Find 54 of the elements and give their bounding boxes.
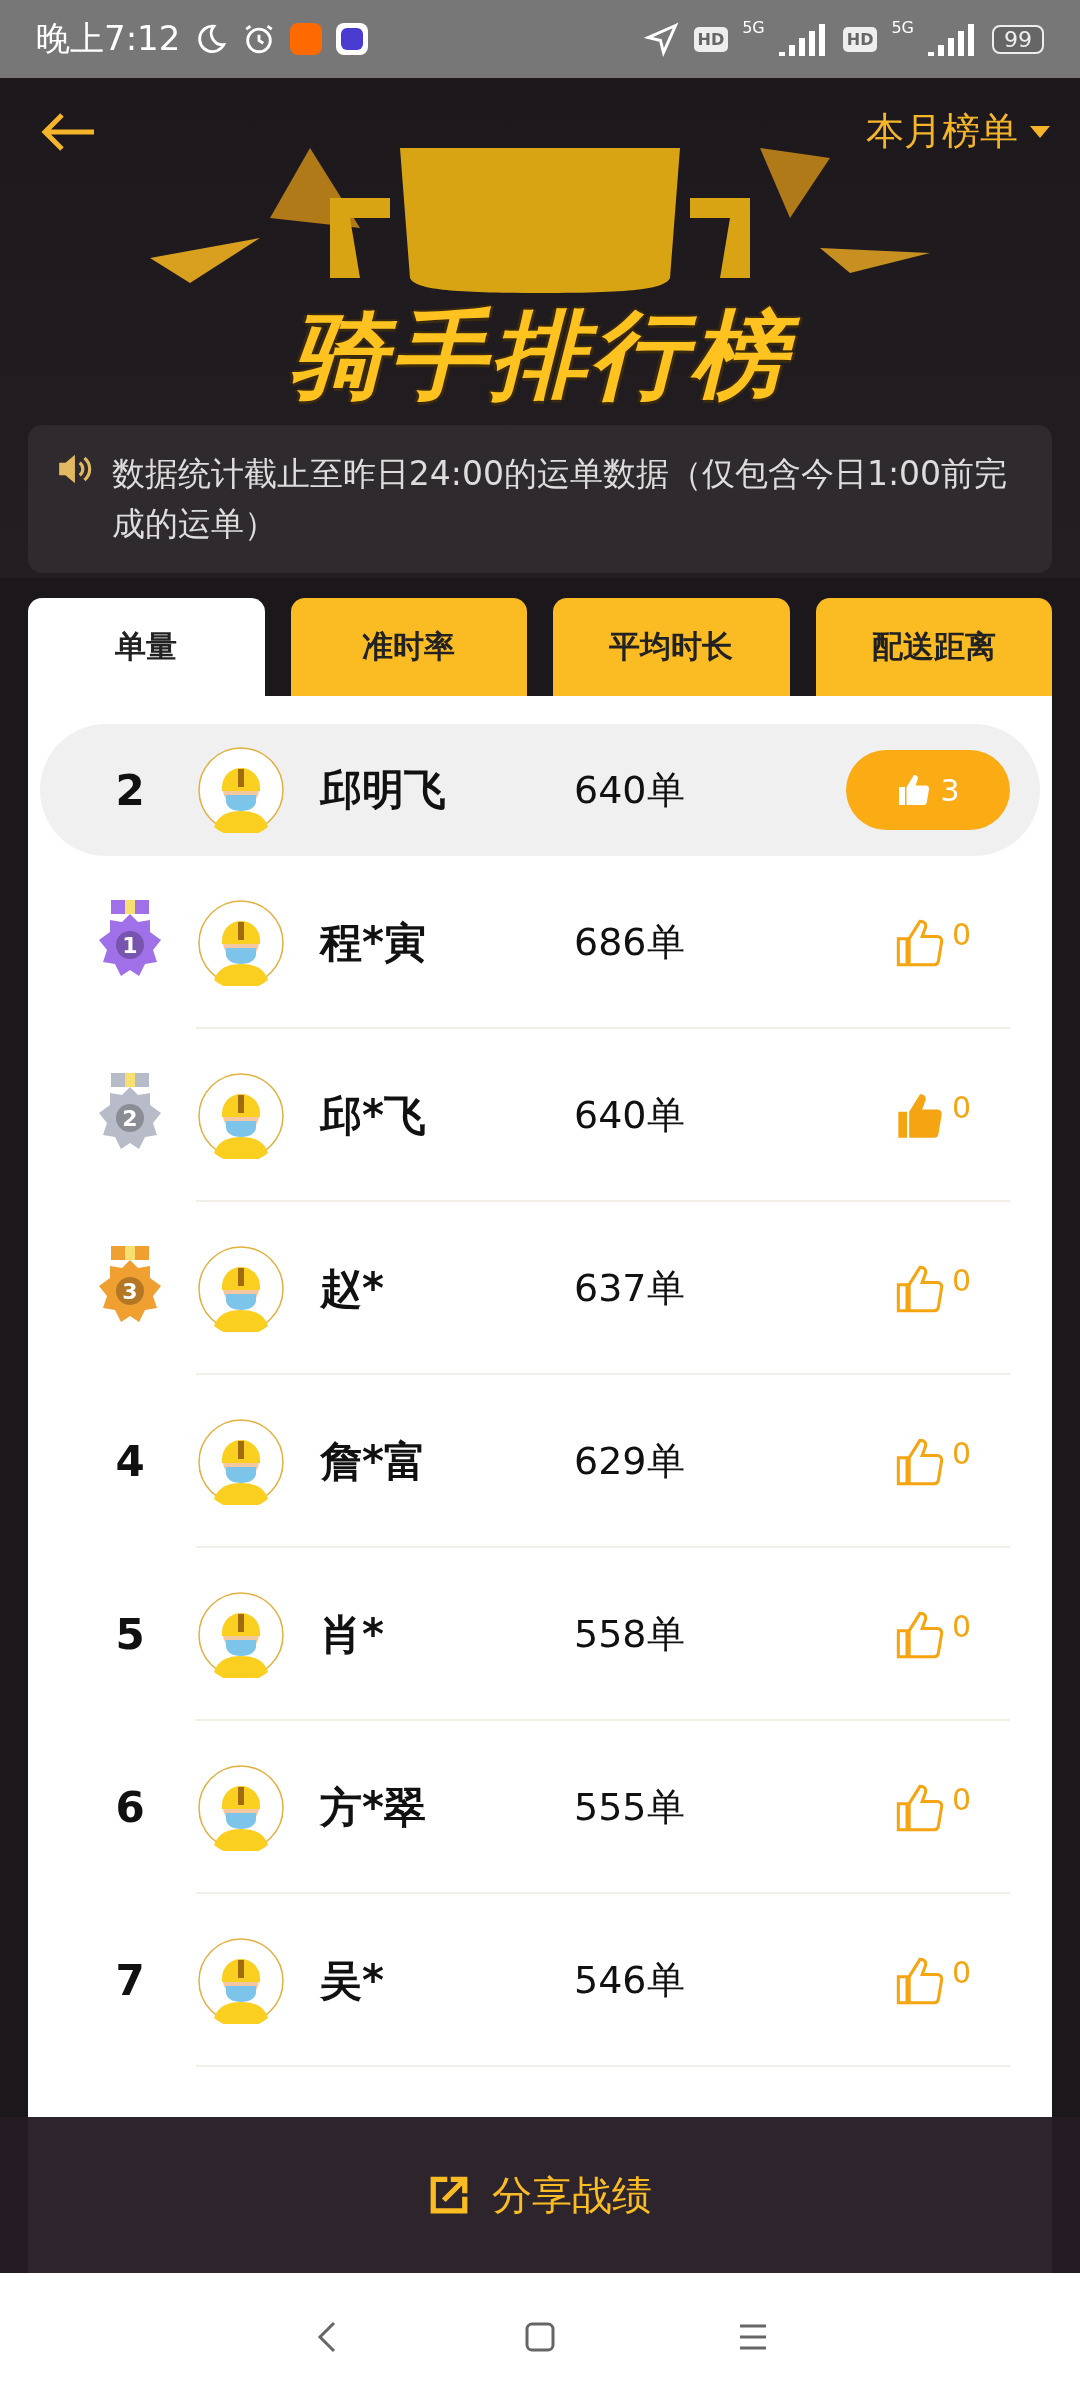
- rank-number: 7: [114, 1956, 146, 2005]
- like-button[interactable]: 0: [894, 916, 972, 969]
- like-button[interactable]: 3: [846, 750, 1010, 830]
- order-count: 637单: [574, 1265, 686, 1312]
- dropdown-caret-icon: [1030, 125, 1050, 138]
- rank-number: 1: [122, 932, 138, 958]
- battery-level: 99: [992, 24, 1044, 54]
- ranking-tab[interactable]: 配送距离: [815, 598, 1052, 696]
- location-arrow-icon: [643, 21, 680, 57]
- network-type: 5G: [891, 18, 914, 37]
- like-button[interactable]: 0: [894, 1781, 972, 1834]
- notice-text: 数据统计截止至昨日24:00的运单数据（仅包含今日1:00前完成的运单）: [111, 453, 1009, 545]
- rider-name: 程*寅: [318, 916, 427, 969]
- order-count: 640单: [574, 1092, 686, 1139]
- like-button[interactable]: 0: [894, 1089, 972, 1142]
- rider-name: 邱*飞: [318, 1089, 427, 1142]
- leaderboard-title: 骑手排行榜: [0, 300, 1080, 410]
- ranking-tab[interactable]: 单量: [28, 598, 265, 696]
- order-count: 558单: [574, 1611, 686, 1658]
- ranking-tab[interactable]: 准时率: [290, 598, 527, 696]
- order-count: 546单: [574, 1957, 686, 2004]
- hd-badge: HD: [842, 26, 878, 52]
- rider-name: 肖*: [319, 1608, 385, 1661]
- rider-name: 詹*富: [319, 1435, 427, 1488]
- nav-menu-icon[interactable]: [738, 2323, 769, 2351]
- rider-name: 赵*: [319, 1262, 385, 1315]
- share-icon: [428, 2174, 470, 2216]
- rank-number: 2: [114, 765, 146, 815]
- nav-home-icon[interactable]: [525, 2322, 555, 2352]
- ranking-tab[interactable]: 平均时长: [553, 598, 790, 696]
- like-button[interactable]: 0: [894, 1435, 972, 1488]
- hd-badge: HD: [693, 26, 729, 52]
- rider-name: 方*翠: [319, 1781, 427, 1834]
- app-icon: [336, 23, 369, 55]
- rank-number: 6: [114, 1783, 146, 1832]
- order-count: 555单: [574, 1784, 686, 1831]
- order-count: 686单: [574, 919, 686, 966]
- rank-number: 5: [114, 1610, 146, 1659]
- like-button[interactable]: 0: [894, 1608, 972, 1661]
- network-type: 5G: [742, 18, 765, 37]
- rank-number: 3: [122, 1278, 138, 1304]
- period-dropdown[interactable]: 本月榜单: [866, 106, 1050, 157]
- rank-number: 4: [114, 1437, 146, 1486]
- like-button[interactable]: 0: [894, 1262, 972, 1315]
- rider-name: 邱明飞: [318, 764, 447, 816]
- order-count: 640单: [574, 766, 686, 814]
- status-time: 晚上7:12: [36, 17, 181, 60]
- order-count: 629单: [574, 1438, 686, 1485]
- share-button[interactable]: 分享战绩: [422, 2166, 658, 2224]
- like-button[interactable]: 0: [894, 1954, 972, 2007]
- rank-number: 2: [122, 1105, 138, 1131]
- app-icon: [290, 23, 323, 55]
- rider-name: 吴*: [319, 1954, 385, 2007]
- back-arrow-icon[interactable]: [40, 111, 96, 152]
